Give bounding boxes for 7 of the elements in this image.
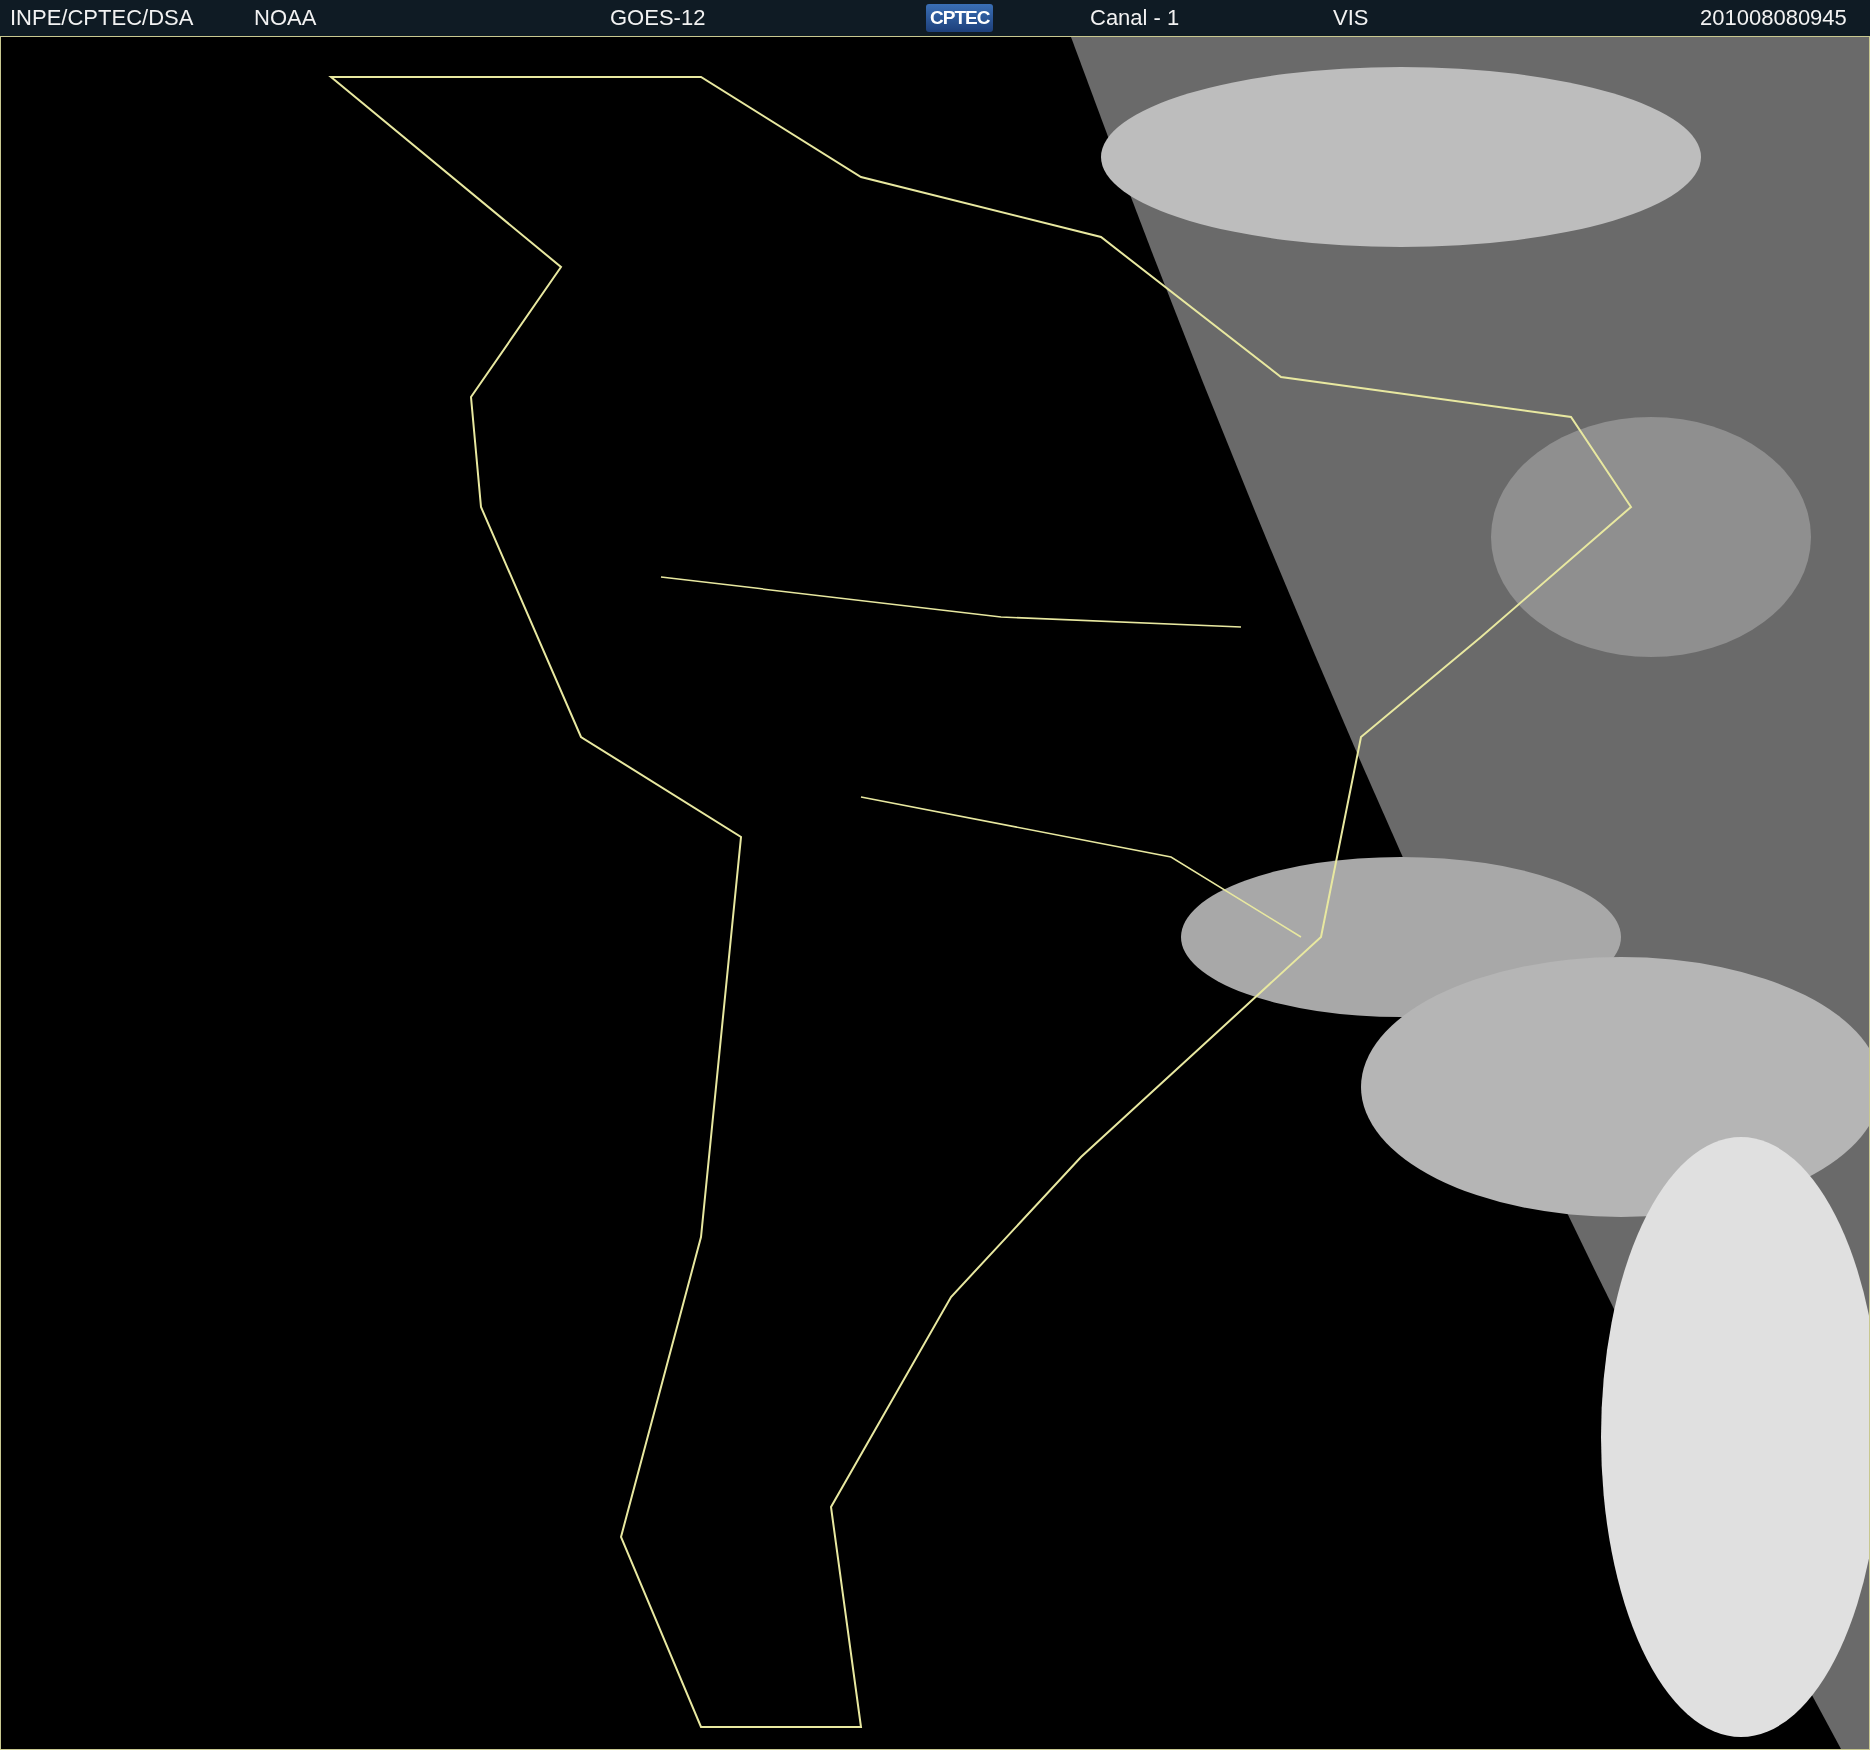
timestamp: 201008080945 xyxy=(1700,5,1847,31)
header-text: NOAA xyxy=(254,5,317,31)
logo: CPTEC xyxy=(926,4,994,32)
channel-label: Canal - 1 xyxy=(1090,5,1180,31)
header-text: GOES-12 xyxy=(610,5,706,31)
header-text: INPE/CPTEC/DSA xyxy=(10,5,194,31)
band-label: VIS xyxy=(1333,5,1369,31)
